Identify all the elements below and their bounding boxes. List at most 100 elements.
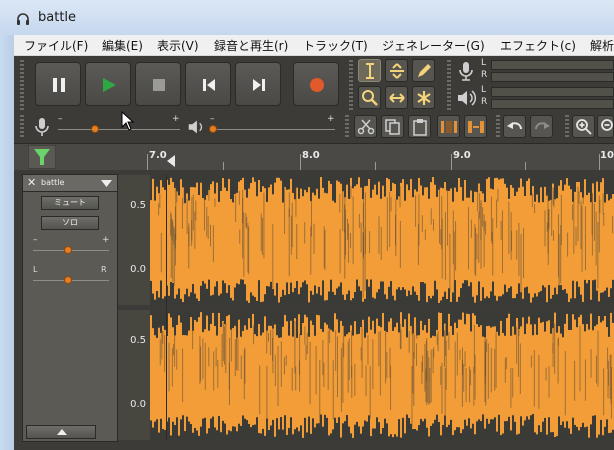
play-button[interactable] xyxy=(85,62,131,106)
skip-to-end-button[interactable] xyxy=(235,62,281,106)
output-volume-slider[interactable] xyxy=(210,129,335,130)
ruler-tick xyxy=(147,154,148,170)
record-meter-left[interactable] xyxy=(491,60,614,70)
pencil-icon xyxy=(418,64,431,77)
selection-tool[interactable] xyxy=(358,59,381,82)
ruler-label: 9.0 xyxy=(453,150,471,161)
toolbar-grip[interactable] xyxy=(20,60,24,110)
undo-icon xyxy=(507,122,522,130)
scale-label: 0.5 xyxy=(130,335,146,346)
vertical-scale-bottom[interactable]: 0.5 0.0 xyxy=(118,310,150,440)
magnifier-icon xyxy=(362,90,378,106)
ruler-tick xyxy=(451,154,452,170)
scissors-icon xyxy=(357,119,375,135)
menu-file[interactable]: ファイル(F) xyxy=(24,37,88,54)
silence-button[interactable] xyxy=(464,115,487,138)
speaker-icon xyxy=(188,120,203,134)
solo-button[interactable]: ソロ xyxy=(41,216,99,230)
window-frame xyxy=(0,35,14,450)
redo-icon xyxy=(535,122,550,130)
pause-icon xyxy=(53,78,65,92)
meter-left-label: L xyxy=(481,85,487,95)
menu-generate[interactable]: ジェネレーター(G) xyxy=(382,37,485,54)
microphone-icon[interactable] xyxy=(455,60,477,82)
pan-slider-thumb[interactable] xyxy=(64,276,72,284)
output-volume-minus: – xyxy=(210,114,215,124)
ruler-tick xyxy=(375,162,376,170)
gain-plus-label: + xyxy=(102,235,110,245)
meter-right-label: R xyxy=(481,97,488,107)
ruler-tick xyxy=(300,154,301,170)
close-track-icon[interactable]: ✕ xyxy=(27,176,36,189)
menu-effect[interactable]: エフェクト(c) xyxy=(500,37,576,54)
zoom-in-button[interactable] xyxy=(572,115,595,138)
chevron-down-icon[interactable] xyxy=(101,180,112,187)
zoom-tool[interactable] xyxy=(358,86,381,109)
trim-button[interactable] xyxy=(437,115,460,138)
skip-to-start-button[interactable] xyxy=(185,62,231,106)
paste-button[interactable] xyxy=(408,115,431,138)
play-cursor-line xyxy=(166,175,167,440)
record-button[interactable] xyxy=(293,62,339,106)
timeline-ruler[interactable]: 7.0 8.0 9.0 10 xyxy=(14,143,614,171)
toolbar-grip[interactable] xyxy=(447,60,451,110)
collapse-track-button[interactable] xyxy=(26,425,96,439)
menu-analyze[interactable]: 解析 xyxy=(590,37,614,54)
multi-tool[interactable] xyxy=(412,86,435,109)
output-volume-plus: + xyxy=(327,114,335,124)
headphones-icon xyxy=(17,13,29,25)
input-volume-slider[interactable] xyxy=(58,129,180,130)
menu-transport[interactable]: 録音と再生(r) xyxy=(214,37,288,54)
skip-end-icon xyxy=(253,79,265,91)
toolbar-grip[interactable] xyxy=(496,115,500,139)
cut-button[interactable] xyxy=(354,115,377,138)
mute-button[interactable]: ミュート xyxy=(41,196,99,210)
ibeam-icon xyxy=(366,63,374,79)
ruler-label: 7.0 xyxy=(149,150,167,161)
trim-icon xyxy=(441,121,457,133)
toolbar-grip[interactable] xyxy=(345,115,349,139)
record-icon xyxy=(310,78,324,92)
silence-icon xyxy=(468,121,484,133)
gain-slider-thumb[interactable] xyxy=(64,246,72,254)
toolbar-grip[interactable] xyxy=(20,115,24,139)
scale-label: 0.0 xyxy=(130,399,146,410)
redo-button[interactable] xyxy=(530,115,553,138)
vertical-scale-top[interactable]: 0.5 0.0 xyxy=(118,175,150,305)
speaker-icon[interactable] xyxy=(455,87,477,109)
menu-view[interactable]: 表示(V) xyxy=(157,37,199,54)
draw-tool[interactable] xyxy=(412,59,435,82)
envelope-tool[interactable] xyxy=(385,59,408,82)
playback-meter-left[interactable] xyxy=(491,87,614,97)
double-arrow-icon xyxy=(389,93,405,103)
chevron-up-icon xyxy=(57,429,67,435)
toolbar-grip[interactable] xyxy=(349,60,353,110)
zoom-out-button[interactable] xyxy=(597,115,614,138)
meter-right-label: R xyxy=(481,70,488,80)
pin-head-icon[interactable] xyxy=(28,145,56,169)
time-shift-tool[interactable] xyxy=(385,86,408,109)
track-title-bar[interactable]: ✕ battle xyxy=(23,175,117,192)
skip-start-icon xyxy=(203,79,215,91)
meter-left-label: L xyxy=(481,58,487,68)
mouse-pointer-icon xyxy=(121,111,135,131)
input-volume-thumb[interactable] xyxy=(91,125,99,133)
copy-button[interactable] xyxy=(381,115,404,138)
stop-icon xyxy=(153,79,165,91)
toolbar-grip[interactable] xyxy=(565,115,569,139)
menu-tracks[interactable]: トラック(T) xyxy=(303,37,368,54)
waveform-channel-right[interactable] xyxy=(150,310,614,440)
stop-button[interactable] xyxy=(135,62,181,106)
input-volume-minus: – xyxy=(58,114,63,124)
pause-button[interactable] xyxy=(35,62,81,106)
output-volume-thumb[interactable] xyxy=(209,125,217,133)
envelope-icon xyxy=(390,63,404,79)
scale-label: 0.0 xyxy=(130,264,146,275)
waveform-channel-left[interactable] xyxy=(150,175,614,305)
record-meter-right[interactable] xyxy=(491,72,614,82)
playback-meter-right[interactable] xyxy=(491,99,614,109)
menu-edit[interactable]: 編集(E) xyxy=(102,37,143,54)
ruler-label: 8.0 xyxy=(302,150,320,161)
track-name[interactable]: battle xyxy=(41,178,64,187)
undo-button[interactable] xyxy=(503,115,526,138)
